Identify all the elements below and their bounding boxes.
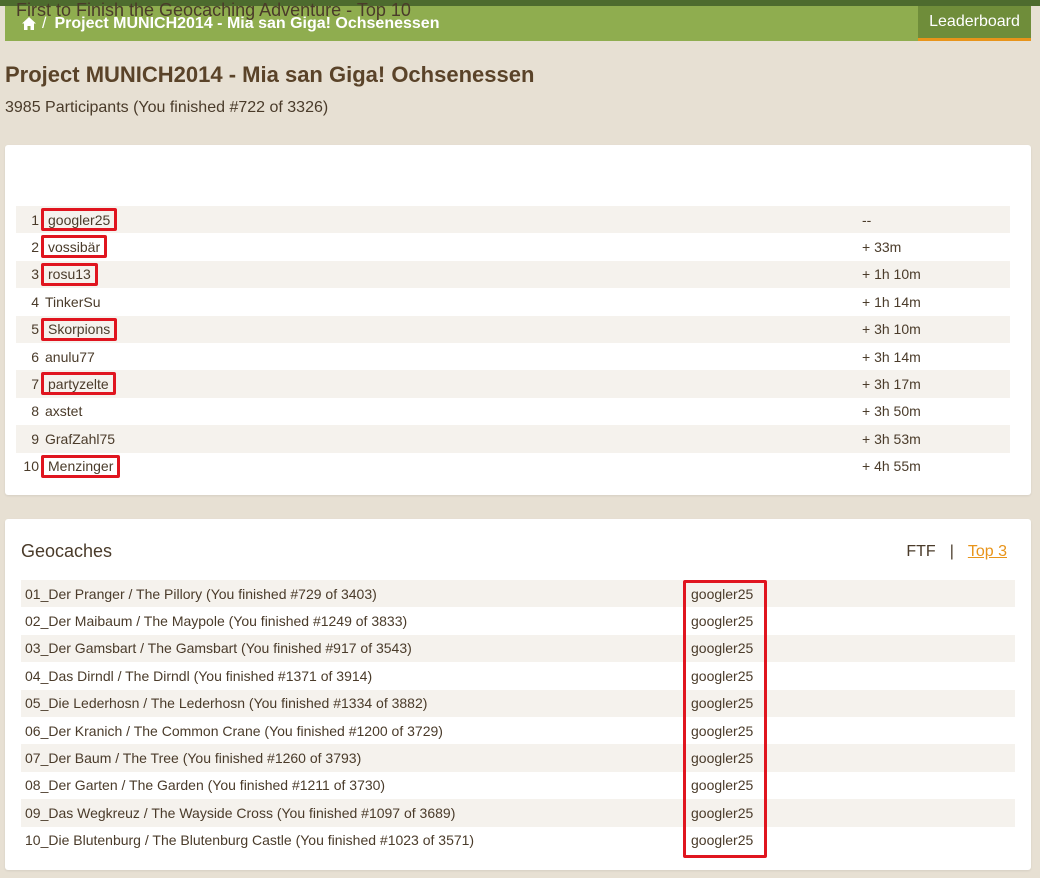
ftf-row: 2 vossibär + 33m (16, 233, 1010, 260)
geocache-ftf-user[interactable]: googler25 (691, 690, 753, 717)
geocache-ftf-user[interactable]: googler25 (691, 662, 753, 689)
filter-separator: | (949, 542, 954, 560)
ftf-row: 9 GrafZahl75 + 3h 53m (16, 425, 1010, 453)
ftf-player-name[interactable]: googler25 (41, 208, 118, 231)
geocache-ftf-user[interactable]: googler25 (691, 799, 753, 826)
geocache-name-link[interactable]: 03_Der Gamsbart / The Gamsbart (You fini… (25, 635, 412, 662)
geocache-row: 08_Der Garten / The Garden (You finished… (21, 772, 1015, 799)
ftf-rank: 5 (31, 321, 39, 338)
geocaches-card: Geocaches FTF | Top 3 01_Der Pranger / T… (5, 519, 1031, 870)
ftf-player-name[interactable]: TinkerSu (41, 288, 105, 315)
ftf-player-name[interactable]: axstet (41, 398, 86, 425)
geocache-ftf-user[interactable]: googler25 (691, 717, 753, 744)
ftf-time-delta: + 3h 17m (862, 376, 921, 393)
geocache-name-link[interactable]: 06_Der Kranich / The Common Crane (You f… (25, 717, 443, 744)
ftf-rank: 6 (31, 348, 39, 365)
ftf-rank: 9 (31, 430, 39, 447)
ftf-time-delta: + 1h 10m (862, 266, 921, 283)
ftf-time-delta: + 4h 55m (862, 458, 921, 475)
geocache-name-link[interactable]: 10_Die Blutenburg / The Blutenburg Castl… (25, 827, 474, 854)
filter-top3[interactable]: Top 3 (968, 543, 1007, 561)
geocaches-header: Geocaches FTF | Top 3 (21, 541, 1007, 562)
geocache-name-link[interactable]: 08_Der Garten / The Garden (You finished… (25, 772, 385, 799)
ftf-player-name[interactable]: vossibär (41, 235, 108, 259)
geocaches-title: Geocaches (21, 541, 113, 561)
ftf-row: 7 partyzelte + 3h 17m (16, 370, 1010, 398)
geocache-ftf-user[interactable]: googler25 (691, 635, 753, 662)
geocache-ftf-user[interactable]: googler25 (691, 607, 753, 634)
geocache-ftf-user[interactable]: googler25 (691, 580, 753, 607)
ftf-time-delta: + 3h 14m (862, 348, 921, 365)
ftf-row: 4 TinkerSu + 1h 14m (16, 288, 1010, 315)
ftf-rank: 3 (31, 266, 39, 283)
ftf-player-name[interactable]: partyzelte (41, 372, 116, 396)
geocache-ftf-user[interactable]: googler25 (691, 772, 753, 799)
geocache-row: 02_Der Maibaum / The Maypole (You finish… (21, 607, 1015, 634)
ftf-time-delta: + 3h 10m (862, 321, 921, 338)
ftf-player-name[interactable]: GrafZahl75 (41, 425, 119, 452)
geocache-row: 03_Der Gamsbart / The Gamsbart (You fini… (21, 634, 1015, 663)
geocache-name-link[interactable]: 09_Das Wegkreuz / The Wayside Cross (You… (25, 799, 455, 826)
ftf-row: 5 Skorpions + 3h 10m (16, 315, 1010, 343)
ftf-rank: 8 (31, 403, 39, 420)
ftf-row: 8 axstet + 3h 50m (16, 398, 1010, 425)
tab-leaderboard[interactable]: Leaderboard (918, 6, 1031, 41)
ftf-rank: 10 (23, 458, 39, 475)
geocache-ftf-user[interactable]: googler25 (691, 744, 753, 771)
ftf-row: 6 anulu77 + 3h 14m (16, 343, 1010, 370)
ftf-row: 10 Menzinger + 4h 55m (16, 453, 1010, 480)
ftf-time-delta: + 3h 50m (862, 403, 921, 420)
ftf-rank: 1 (31, 211, 39, 228)
geocache-name-link[interactable]: 02_Der Maibaum / The Maypole (You finish… (25, 607, 407, 634)
ftf-card-title: First to Finish the Geocaching Adventure… (16, 0, 411, 20)
page-title: Project MUNICH2014 - Mia san Giga! Ochse… (5, 62, 535, 87)
participants-summary: 3985 Participants (You finished #722 of … (5, 99, 329, 116)
geocache-row: 06_Der Kranich / The Common Crane (You f… (21, 717, 1015, 744)
geocache-name-link[interactable]: 01_Der Pranger / The Pillory (You finish… (25, 580, 377, 607)
geocache-row: 05_Die Lederhosn / The Lederhosn (You fi… (21, 689, 1015, 717)
ftf-rank: 2 (31, 239, 39, 256)
ftf-time-delta: + 1h 14m (862, 293, 921, 310)
geocache-row: 04_Das Dirndl / The Dirndl (You finished… (21, 662, 1015, 689)
ftf-player-name[interactable]: Skorpions (41, 317, 118, 341)
geocache-name-link[interactable]: 07_Der Baum / The Tree (You finished #12… (25, 744, 361, 771)
geocache-row: 10_Die Blutenburg / The Blutenburg Castl… (21, 827, 1015, 854)
geocache-name-link[interactable]: 05_Die Lederhosn / The Lederhosn (You fi… (25, 690, 427, 717)
ftf-rank: 4 (31, 293, 39, 310)
ftf-row: 3 rosu13 + 1h 10m (16, 260, 1010, 289)
ftf-row: 1 googler25 -- (16, 206, 1010, 234)
geocache-filters: FTF | Top 3 (906, 543, 1007, 561)
ftf-time-delta: -- (862, 211, 872, 228)
filter-ftf[interactable]: FTF (906, 543, 935, 561)
ftf-rank: 7 (31, 376, 39, 393)
ftf-player-name[interactable]: Menzinger (41, 454, 121, 478)
ftf-time-delta: + 33m (862, 239, 902, 256)
geocache-row: 01_Der Pranger / The Pillory (You finish… (21, 580, 1015, 608)
geocache-ftf-user[interactable]: googler25 (691, 827, 753, 854)
ftf-list: 1 googler25 -- 2 vossibär + 33m 3 rosu13 + 1h 10… (16, 206, 1010, 480)
ftf-time-delta: + 3h 53m (862, 430, 921, 447)
geocache-name-link[interactable]: 04_Das Dirndl / The Dirndl (You finished… (25, 662, 372, 689)
ftf-player-name[interactable]: anulu77 (41, 343, 99, 370)
geocache-row: 07_Der Baum / The Tree (You finished #12… (21, 744, 1015, 772)
geocache-list: 01_Der Pranger / The Pillory (You finish… (21, 580, 1015, 854)
geocache-row: 09_Das Wegkreuz / The Wayside Cross (You… (21, 799, 1015, 827)
ftf-player-name[interactable]: rosu13 (41, 262, 98, 286)
